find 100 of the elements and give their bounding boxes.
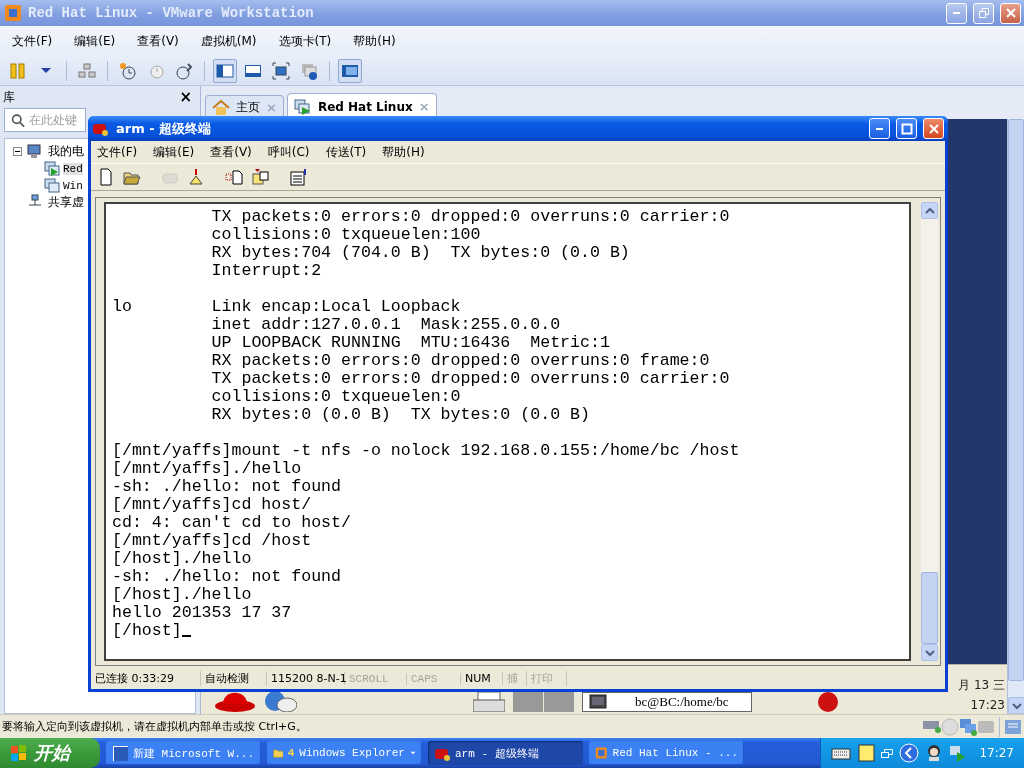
console-line: Interrupt:2 (210, 262, 323, 280)
console-line: [/mnt/yaffs]mount -t nfs -o nolock 192.168.0.155:/home/bc /host (112, 442, 741, 460)
home-icon (212, 98, 230, 117)
network-icon (78, 61, 96, 80)
console-line: lo Link encap:Local Loopback (112, 298, 462, 316)
tab[interactable]: Red Hat Linux × (286, 93, 437, 119)
console-line: RX bytes:704 (704.0 B) TX bytes:0 (0.0 B) (210, 244, 631, 262)
receive-file-icon (251, 168, 269, 186)
tab[interactable]: 主页 × (205, 95, 284, 119)
window-count: 4 (287, 747, 295, 759)
menu-item[interactable]: 编辑(E) (153, 143, 195, 161)
status-pane: NUM (461, 672, 503, 685)
menu-item[interactable]: 呼叫(C) (267, 143, 310, 161)
virtual-machine-icon (43, 176, 61, 195)
console-line: -sh: ./hello: not found (112, 478, 343, 496)
console-line: [/mnt/yaffs]cd host/ (112, 496, 313, 514)
search-field[interactable]: 在此处键 (4, 108, 86, 132)
hard-disk-icon (923, 720, 941, 733)
fullscreen-icon (272, 61, 290, 80)
menu-item[interactable]: 编辑(E) (74, 32, 116, 50)
app-logo-icon (4, 4, 22, 22)
library-title: 库 (3, 88, 15, 106)
minimize-button[interactable] (869, 118, 890, 139)
search-icon (11, 111, 25, 129)
menu-item[interactable]: 虚拟机(M) (200, 32, 257, 50)
cd-icon (941, 717, 959, 736)
printer-icon (473, 692, 505, 712)
dropdown-icon (409, 749, 416, 757)
status-pane: 115200 8-N-1 (267, 672, 345, 685)
toolbar-button[interactable] (249, 166, 271, 188)
status-pane: 自动检测 (201, 671, 267, 686)
close-icon (927, 122, 940, 135)
send-file-icon (225, 168, 243, 186)
status-pane: 打印 (527, 671, 567, 686)
toolbar-button[interactable] (338, 58, 362, 83)
tree-item[interactable]: Win (63, 179, 83, 192)
computer-icon (26, 142, 44, 161)
taskbar-item[interactable]: 4 Windows Explorer (267, 741, 422, 765)
guest-task-button[interactable]: bc@BC:/home/bc (582, 692, 752, 712)
taskbar-item[interactable]: 新建 Microsoft W... (106, 741, 261, 765)
properties-icon (289, 168, 307, 186)
console-line: collisions:0 txqueuelen:100 (210, 226, 482, 244)
menu-item[interactable]: 查看(V) (210, 143, 252, 161)
close-button[interactable]: × (179, 88, 192, 106)
sidebar-icon (216, 61, 234, 80)
console-line: hello 201353 17 37 (112, 604, 293, 622)
console-line: [/host]./hello (112, 586, 253, 604)
taskbar-item[interactable]: arm - 超级终端 (428, 741, 583, 765)
terminal-icon (589, 693, 607, 711)
virtual-machine-icon (43, 159, 61, 178)
text-cursor (181, 635, 191, 637)
console-line: -sh: ./hello: not found (112, 568, 343, 586)
collapse-toggle-icon[interactable] (13, 147, 22, 156)
scroll-thumb[interactable] (921, 572, 938, 644)
close-icon (1004, 7, 1017, 19)
console-line: RX bytes:0 (0.0 B) TX bytes:0 (0.0 B) (210, 406, 591, 424)
status-pane: CAPS (407, 672, 461, 685)
menu-item[interactable]: 选项卡(T) (278, 32, 332, 50)
tree-item[interactable]: 我的电 (48, 143, 84, 160)
clock: 17:27 (979, 746, 1014, 760)
windows-info-icon (300, 61, 318, 80)
console-line: [/mnt/yaffs]cd /host (112, 532, 313, 550)
menu-item[interactable]: 查看(V) (137, 32, 179, 50)
terminal-console[interactable] (104, 202, 911, 661)
tree-item[interactable]: 共享虚 (48, 194, 84, 211)
app-logo-icon (595, 745, 608, 761)
windows-logo-icon (10, 744, 28, 762)
toolbar-button[interactable] (213, 58, 237, 83)
menu-item[interactable]: 帮助(H) (382, 143, 425, 161)
minimize-icon (876, 127, 883, 130)
menu-item[interactable]: 帮助(H) (353, 32, 396, 50)
scrollbar[interactable] (921, 202, 938, 661)
status-pane: 已连接 0:33:29 (91, 671, 201, 686)
tree-item[interactable]: Red (63, 162, 83, 175)
maximize-icon (900, 122, 913, 135)
clock-plus-icon (119, 61, 137, 80)
chevron-left-icon (899, 743, 920, 763)
console-line: cd: 4: can't cd to host/ (112, 514, 352, 532)
menu-item[interactable]: 文件(F) (97, 143, 138, 161)
dropdown-icon (41, 68, 51, 73)
toolbar-button[interactable] (287, 166, 309, 188)
status-pane: SCROLL (345, 672, 407, 685)
virtual-machine-icon (293, 97, 312, 116)
menu-item[interactable]: 文件(F) (12, 32, 53, 50)
pause-icon (9, 61, 27, 80)
start-button[interactable]: 开始 (0, 738, 100, 768)
close-button[interactable] (923, 118, 944, 139)
maximize-button[interactable] (896, 118, 917, 139)
console-line: UP LOOPBACK RUNNING MTU:16436 Metric:1 (210, 334, 611, 352)
window-title: Red Hat Linux - VMware Workstation (28, 5, 315, 21)
status-pane: 捕 (503, 671, 527, 686)
word-icon (112, 745, 128, 761)
console-line: [/host] (112, 622, 903, 640)
window-title: arm - 超级终端 (116, 119, 213, 138)
guest-time: 17:23 (970, 698, 1005, 712)
taskbar-item[interactable]: Red Hat Linux - ... (589, 741, 744, 765)
close-button[interactable] (1000, 2, 1021, 24)
menu-item[interactable]: 传送(T) (325, 143, 367, 161)
search-input[interactable]: 在此处键 (29, 113, 79, 127)
console-line: collisions:0 txqueuelen:0 (210, 388, 462, 406)
